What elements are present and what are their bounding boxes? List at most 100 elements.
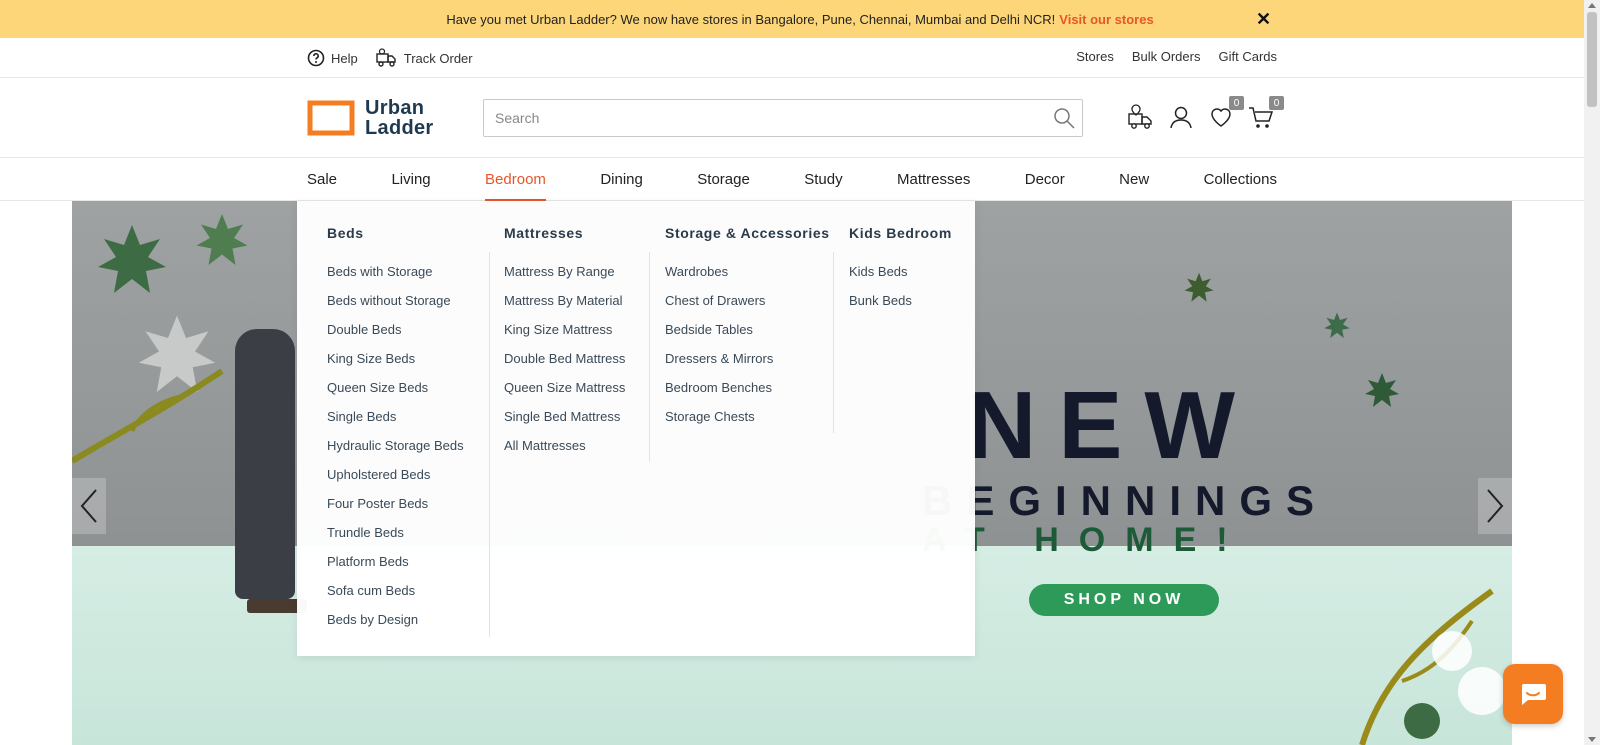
menu-column-title[interactable]: Kids Bedroom bbox=[849, 225, 952, 241]
chevron-left-icon bbox=[80, 489, 97, 523]
nav-item-collections[interactable]: Collections bbox=[1204, 158, 1277, 201]
gift-cards-link[interactable]: Gift Cards bbox=[1218, 49, 1277, 64]
menu-item[interactable]: Bedside Tables bbox=[665, 322, 830, 351]
menu-item[interactable]: Mattress By Material bbox=[504, 293, 625, 322]
bedroom-mega-menu: Beds Beds with Storage Beds without Stor… bbox=[297, 201, 975, 656]
leaf-decoration-icon bbox=[1324, 312, 1350, 338]
utility-left: Help Track Order bbox=[307, 48, 473, 68]
chat-icon bbox=[1522, 684, 1546, 705]
utility-bar: Help Track Order Stores Bulk Orders Gift… bbox=[0, 38, 1584, 78]
leaf-decoration-icon bbox=[1365, 373, 1399, 407]
menu-item[interactable]: Beds without Storage bbox=[327, 293, 464, 322]
carousel-prev-button[interactable] bbox=[72, 478, 106, 534]
account-icon[interactable] bbox=[1168, 104, 1194, 130]
close-icon[interactable]: ✕ bbox=[1256, 9, 1271, 30]
menu-column-storage-accessories: Storage & Accessories Wardrobes Chest of… bbox=[665, 201, 830, 438]
menu-item[interactable]: Single Beds bbox=[327, 409, 464, 438]
menu-item[interactable]: Dressers & Mirrors bbox=[665, 351, 830, 380]
menu-divider bbox=[489, 252, 490, 637]
branch-decoration-icon bbox=[1359, 588, 1506, 745]
menu-item[interactable]: Sofa cum Beds bbox=[327, 583, 464, 612]
leaf-decoration-icon bbox=[98, 225, 166, 293]
cart-count-badge: 0 bbox=[1269, 96, 1284, 110]
menu-item[interactable]: Wardrobes bbox=[665, 264, 830, 293]
menu-item[interactable]: Beds with Storage bbox=[327, 264, 464, 293]
logo[interactable]: Urban Ladder bbox=[307, 98, 433, 138]
leaf-decoration-icon bbox=[1184, 272, 1214, 302]
menu-item[interactable]: Bunk Beds bbox=[849, 293, 952, 322]
bulk-orders-link[interactable]: Bulk Orders bbox=[1132, 49, 1201, 64]
announcement-bar: Have you met Urban Ladder? We now have s… bbox=[0, 0, 1600, 38]
menu-item[interactable]: Double Bed Mattress bbox=[504, 351, 625, 380]
logo-line-2: Ladder bbox=[365, 117, 434, 139]
menu-item[interactable]: King Size Beds bbox=[327, 351, 464, 380]
scrollbar-thumb[interactable] bbox=[1587, 12, 1597, 107]
menu-column-title[interactable]: Storage & Accessories bbox=[665, 225, 830, 241]
nav-item-dining[interactable]: Dining bbox=[600, 158, 643, 201]
banner-headline-new: NEW bbox=[967, 372, 1257, 479]
logo-text: Urban Ladder bbox=[365, 98, 433, 138]
menu-item[interactable]: Beds by Design bbox=[327, 612, 464, 641]
menu-column-kids-bedroom: Kids Bedroom Kids Beds Bunk Beds bbox=[849, 201, 952, 322]
nav-item-study[interactable]: Study bbox=[804, 158, 842, 201]
scroll-up-icon[interactable] bbox=[1588, 3, 1596, 8]
menu-item[interactable]: Bedroom Benches bbox=[665, 380, 830, 409]
store-locator-icon[interactable] bbox=[1128, 104, 1154, 130]
menu-item[interactable]: Queen Size Mattress bbox=[504, 380, 625, 409]
menu-item[interactable]: Hydraulic Storage Beds bbox=[327, 438, 464, 467]
menu-item[interactable]: Double Beds bbox=[327, 322, 464, 351]
track-order-link[interactable]: Track Order bbox=[376, 48, 473, 68]
shop-now-button[interactable]: SHOP NOW bbox=[1029, 584, 1219, 616]
menu-item[interactable]: Four Poster Beds bbox=[327, 496, 464, 525]
nav-items: Sale Living Bedroom Dining Storage Study… bbox=[307, 158, 1277, 201]
chat-button[interactable] bbox=[1503, 664, 1563, 724]
header-icons: 0 0 bbox=[1128, 96, 1284, 130]
chevron-right-icon bbox=[1487, 489, 1504, 523]
leaf-decoration-icon bbox=[196, 214, 248, 265]
help-icon bbox=[307, 49, 325, 67]
page-scrollbar[interactable] bbox=[1584, 0, 1600, 745]
truck-icon bbox=[376, 48, 396, 67]
chair-image bbox=[235, 329, 295, 599]
nav-item-storage[interactable]: Storage bbox=[697, 158, 750, 201]
logo-icon bbox=[307, 100, 355, 136]
cart-icon[interactable]: 0 bbox=[1248, 96, 1284, 130]
main-nav: Sale Living Bedroom Dining Storage Study… bbox=[0, 158, 1584, 201]
search-input[interactable] bbox=[484, 100, 1024, 136]
menu-item[interactable]: Chest of Drawers bbox=[665, 293, 830, 322]
carousel-next-button[interactable] bbox=[1478, 478, 1512, 534]
menu-column-mattresses: Mattresses Mattress By Range Mattress By… bbox=[504, 201, 625, 467]
menu-column-beds: Beds Beds with Storage Beds without Stor… bbox=[327, 201, 464, 641]
help-link[interactable]: Help bbox=[307, 48, 358, 68]
nav-item-mattresses[interactable]: Mattresses bbox=[897, 158, 970, 201]
stores-link[interactable]: Stores bbox=[1076, 49, 1114, 64]
menu-item[interactable]: Trundle Beds bbox=[327, 525, 464, 554]
scroll-down-icon[interactable] bbox=[1588, 737, 1596, 742]
menu-item[interactable]: Queen Size Beds bbox=[327, 380, 464, 409]
menu-column-title[interactable]: Mattresses bbox=[504, 225, 625, 241]
nav-item-living[interactable]: Living bbox=[391, 158, 430, 201]
nav-item-decor[interactable]: Decor bbox=[1025, 158, 1065, 201]
menu-item[interactable]: Single Bed Mattress bbox=[504, 409, 625, 438]
menu-item[interactable]: Kids Beds bbox=[849, 264, 952, 293]
wishlist-icon[interactable]: 0 bbox=[1208, 96, 1244, 130]
header: Urban Ladder 0 0 bbox=[0, 78, 1584, 158]
menu-item[interactable]: Upholstered Beds bbox=[327, 467, 464, 496]
nav-item-sale[interactable]: Sale bbox=[307, 158, 337, 201]
utility-right: Stores Bulk Orders Gift Cards bbox=[1076, 49, 1277, 64]
search-icon[interactable] bbox=[1052, 106, 1076, 135]
menu-item[interactable]: King Size Mattress bbox=[504, 322, 625, 351]
menu-divider bbox=[649, 252, 650, 462]
announcement-text: Have you met Urban Ladder? We now have s… bbox=[446, 11, 1056, 27]
menu-column-title[interactable]: Beds bbox=[327, 225, 464, 241]
visit-stores-link[interactable]: Visit our stores bbox=[1059, 12, 1153, 27]
menu-item[interactable]: All Mattresses bbox=[504, 438, 625, 467]
search-box bbox=[483, 99, 1083, 137]
help-label: Help bbox=[331, 50, 358, 66]
nav-item-bedroom[interactable]: Bedroom bbox=[485, 158, 546, 201]
menu-item[interactable]: Mattress By Range bbox=[504, 264, 625, 293]
menu-item[interactable]: Platform Beds bbox=[327, 554, 464, 583]
nav-item-new[interactable]: New bbox=[1119, 158, 1149, 201]
track-order-label: Track Order bbox=[403, 50, 473, 66]
menu-item[interactable]: Storage Chests bbox=[665, 409, 830, 438]
